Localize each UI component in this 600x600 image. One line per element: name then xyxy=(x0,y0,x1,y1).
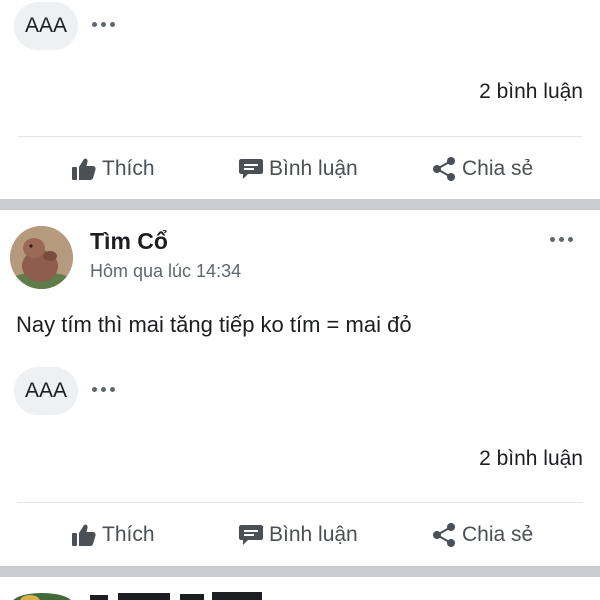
comments-count[interactable]: 2 bình luận xyxy=(479,447,583,471)
like-label: Thích xyxy=(102,523,155,546)
comment-button[interactable]: Bình luận xyxy=(239,147,358,191)
comment-icon xyxy=(239,159,263,179)
reaction-pill-label: AAA xyxy=(24,379,68,402)
like-button[interactable]: Thích xyxy=(72,513,155,557)
share-button[interactable]: Chia sẻ xyxy=(432,513,533,557)
more-options-icon[interactable] xyxy=(92,22,115,27)
post-divider xyxy=(0,566,600,577)
post-timestamp[interactable]: Hôm qua lúc 14:34 xyxy=(90,261,241,282)
share-icon xyxy=(433,523,455,547)
post-3-partial xyxy=(0,588,600,600)
comment-button[interactable]: Bình luận xyxy=(239,513,358,557)
more-options-icon[interactable] xyxy=(92,387,115,392)
thumbs-up-icon xyxy=(72,524,96,546)
post-actions: Thích Bình luận Chia sẻ xyxy=(0,147,600,191)
post-actions: Thích Bình luận Chia sẻ xyxy=(0,513,600,557)
like-button[interactable]: Thích xyxy=(72,147,155,191)
reaction-pill[interactable]: AAA xyxy=(14,367,78,415)
comments-count[interactable]: 2 bình luận xyxy=(479,80,583,104)
avatar[interactable] xyxy=(10,226,73,289)
reaction-pill-label: AAA xyxy=(24,14,68,37)
post-text: Nay tím thì mai tăng tiếp ko tím = mai đ… xyxy=(16,312,412,337)
more-options-icon[interactable] xyxy=(550,237,573,242)
separator-line xyxy=(17,136,583,137)
post-author[interactable]: Tìm Cổ xyxy=(90,228,168,255)
comment-label: Bình luận xyxy=(269,157,358,180)
reaction-pill[interactable]: AAA xyxy=(14,2,78,50)
thumbs-up-icon xyxy=(72,158,96,180)
share-button[interactable]: Chia sẻ xyxy=(432,147,533,191)
comment-icon xyxy=(239,525,263,545)
post-divider xyxy=(0,199,600,210)
share-label: Chia sẻ xyxy=(462,523,534,546)
share-icon xyxy=(433,157,455,181)
share-label: Chia sẻ xyxy=(462,157,534,180)
separator-line xyxy=(17,502,583,503)
comment-label: Bình luận xyxy=(269,523,358,546)
like-label: Thích xyxy=(102,157,155,180)
